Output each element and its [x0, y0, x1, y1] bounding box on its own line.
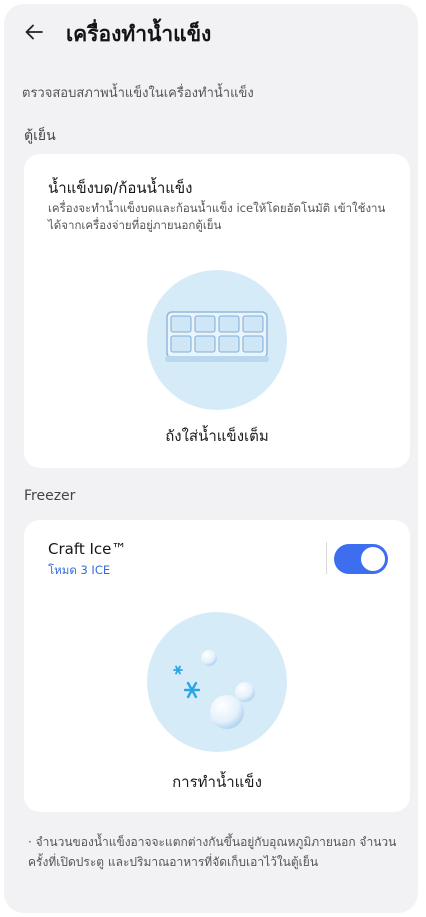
page-title: เครื่องทำน้ำแข็ง [66, 22, 212, 46]
ice-balls-illustration [147, 612, 287, 752]
footnote: · จำนวนของน้ำแข็งอาจจะแตกต่างกันขึ้นอยู่… [28, 835, 397, 869]
craft-ice-title: Craft Ice™ [48, 540, 127, 558]
ice-tray-icon [165, 311, 269, 362]
crushed-cubed-ice-card: น้ำแข็งบด/ก้อนน้ำแข็ง เครื่องจะทำน้ำแข็ง… [24, 154, 410, 468]
ice-maker-screen: เครื่องทำน้ำแข็ง ตรวจสอบสภาพน้ำแข็งในเคร… [4, 4, 418, 913]
back-button[interactable] [22, 20, 46, 44]
small-snowflake-icon [173, 665, 183, 675]
section-label-fridge: ตู้เย็น [24, 128, 56, 144]
craft-ice-mode: โหมด 3 ICE [48, 563, 111, 577]
divider [326, 542, 327, 574]
arrow-left-icon [25, 24, 43, 40]
toggle-knob [361, 547, 385, 571]
ice-tray-illustration [147, 270, 287, 410]
snowflake-icon [183, 681, 201, 699]
page-subtitle: ตรวจสอบสภาพน้ำแข็งในเครื่องทำน้ำแข็ง [22, 86, 254, 101]
ice-balls-icon [173, 650, 255, 729]
ice-bin-status: ถังใส่น้ำแข็งเต็ม [165, 427, 269, 445]
app-header: เครื่องทำน้ำแข็ง [4, 4, 418, 62]
ice-making-status: การทำน้ำแข็ง [172, 773, 262, 791]
craft-ice-card: Craft Ice™ โหมด 3 ICE การทำน้ำแข็ง [24, 520, 410, 812]
card-description: เครื่องจะทำน้ำแข็งบดและก้อนน้ำแข็ง iceให… [48, 201, 386, 232]
card-title: น้ำแข็งบด/ก้อนน้ำแข็ง [48, 179, 193, 197]
craft-ice-toggle[interactable] [334, 544, 388, 574]
section-label-freezer: Freezer [24, 488, 76, 504]
